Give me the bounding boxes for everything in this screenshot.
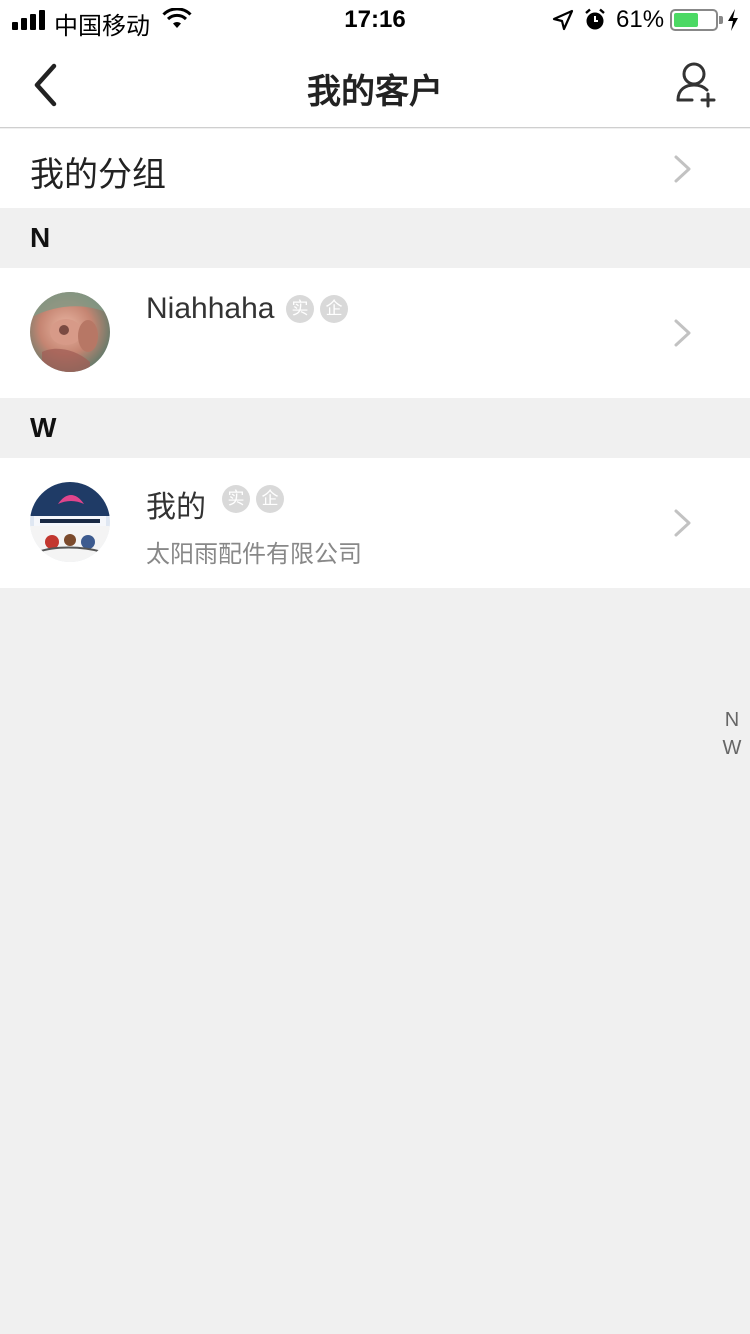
battery-percent: 61% <box>616 6 665 33</box>
section-header-w: W <box>0 398 750 458</box>
verified-badge: 实 <box>286 295 314 323</box>
avatar <box>30 292 110 372</box>
customer-row[interactable]: Niahhaha 实 企 <box>0 268 750 398</box>
section-letter: W <box>30 412 57 443</box>
customer-row[interactable]: 我的 实 企 太阳雨配件有限公司 <box>0 458 750 588</box>
alphabet-index-bar[interactable]: N W <box>720 706 744 762</box>
verified-badge: 实 <box>222 485 250 513</box>
enterprise-badge: 企 <box>256 485 284 513</box>
navigation-bar: 我的客户 <box>0 40 750 128</box>
avatar <box>30 482 110 562</box>
status-bar: 中国移动 17:16 61% <box>0 0 750 40</box>
add-user-icon <box>676 62 716 108</box>
location-arrow-icon <box>552 9 574 31</box>
chevron-right-icon <box>674 319 691 347</box>
battery-icon <box>670 9 723 31</box>
my-groups-label: 我的分组 <box>30 156 166 194</box>
add-customer-button[interactable] <box>670 58 726 114</box>
alarm-clock-icon <box>585 8 605 30</box>
index-letter-n[interactable]: N <box>720 706 744 734</box>
my-groups-row[interactable]: 我的分组 <box>0 129 750 208</box>
customer-name: 我的 <box>146 491 206 524</box>
customer-company: 太阳雨配件有限公司 <box>146 541 362 568</box>
section-letter: N <box>30 222 51 253</box>
section-header-n: N <box>0 208 750 268</box>
chevron-right-icon <box>674 155 691 183</box>
charging-bolt-icon <box>728 9 738 31</box>
customer-name: Niahhaha <box>146 292 275 325</box>
page-title: 我的客户 <box>307 73 443 111</box>
chevron-right-icon <box>674 509 691 537</box>
enterprise-badge: 企 <box>320 295 348 323</box>
index-letter-w[interactable]: W <box>720 734 744 762</box>
